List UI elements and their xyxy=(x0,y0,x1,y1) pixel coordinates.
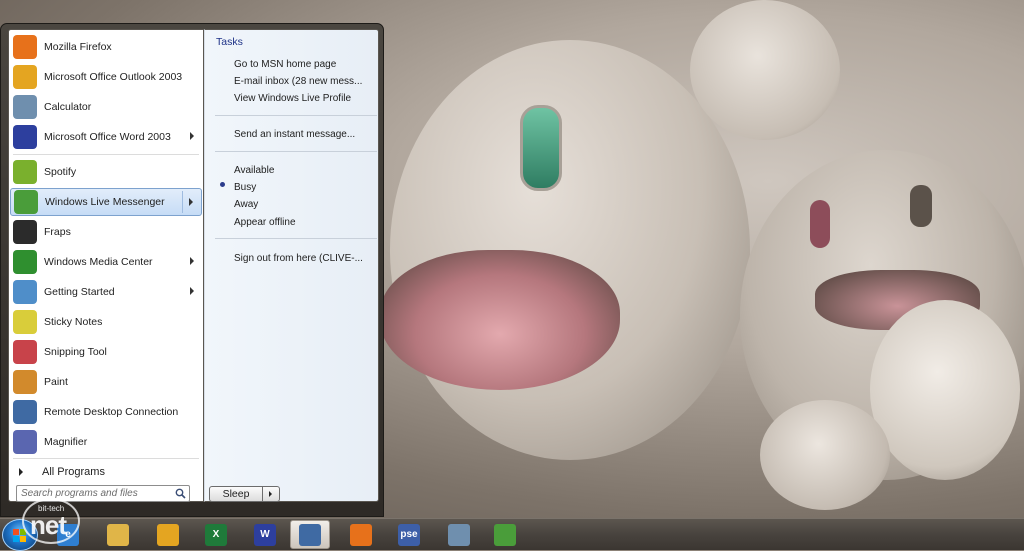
outlook-icon xyxy=(13,65,37,89)
firefox-icon xyxy=(13,35,37,59)
program-label: Spotify xyxy=(44,166,77,178)
program-item[interactable]: Spotify xyxy=(10,158,202,186)
sleep-button[interactable]: Sleep xyxy=(209,486,263,502)
word-icon: W xyxy=(254,523,276,546)
all-programs-button[interactable]: All Programs xyxy=(13,462,199,482)
program-item[interactable]: Magnifier xyxy=(10,428,202,456)
taskbar-button[interactable]: pse xyxy=(389,520,429,549)
program-label: Magnifier xyxy=(44,436,88,448)
program-label: Mozilla Firefox xyxy=(44,41,112,53)
program-label: Fraps xyxy=(44,226,71,238)
taskbar-button[interactable] xyxy=(148,520,188,549)
program-label: Calculator xyxy=(44,101,92,113)
jump-item-sign-out[interactable]: Sign out from here (CLIVE-... xyxy=(234,253,363,264)
calculator-icon xyxy=(13,95,37,119)
program-label: Windows Media Center xyxy=(44,256,153,268)
snipping-tool-icon xyxy=(13,340,37,364)
submenu-arrow-icon[interactable] xyxy=(190,257,194,265)
word-icon xyxy=(13,125,37,149)
program-item[interactable]: Getting Started xyxy=(10,278,202,306)
submenu-arrow-icon[interactable] xyxy=(190,132,194,140)
all-programs-divider xyxy=(13,458,199,459)
status-appear-offline[interactable]: Appear offline xyxy=(234,217,296,228)
program-item[interactable]: Windows Live Messenger xyxy=(10,188,202,216)
getting-started-icon xyxy=(13,280,37,304)
taskbar-button[interactable] xyxy=(98,520,138,549)
program-item[interactable]: Fraps xyxy=(10,218,202,246)
submenu-arrow-icon[interactable] xyxy=(190,287,194,295)
jump-item-view-profile[interactable]: View Windows Live Profile xyxy=(234,93,351,104)
remote-desktop-icon xyxy=(299,523,321,546)
split-divider xyxy=(182,191,183,213)
taskbar-button[interactable]: W xyxy=(245,520,285,549)
status-busy[interactable]: Busy xyxy=(234,182,256,193)
program-item[interactable]: Microsoft Office Outlook 2003 xyxy=(10,63,202,91)
photoshop-elements-icon: pse xyxy=(398,523,420,546)
sticky-notes-icon xyxy=(13,310,37,334)
taskbar-button[interactable]: X xyxy=(196,520,236,549)
jump-item-msn-home[interactable]: Go to MSN home page xyxy=(234,59,336,70)
program-label: Paint xyxy=(44,376,68,388)
file-explorer-icon xyxy=(107,523,129,546)
watermark-big-text: net xyxy=(30,510,67,540)
jump-item-email-inbox[interactable]: E-mail inbox (28 new mess... xyxy=(234,76,362,87)
taskbar-button[interactable] xyxy=(439,520,479,549)
status-away[interactable]: Away xyxy=(234,199,258,210)
magnifier-icon xyxy=(13,430,37,454)
programs-pane: Mozilla Firefox Microsoft Office Outlook … xyxy=(8,29,204,502)
taskbar: e X Wpse xyxy=(0,518,1024,551)
program-label: Snipping Tool xyxy=(44,346,107,358)
program-item[interactable]: Calculator xyxy=(10,93,202,121)
program-item[interactable]: Remote Desktop Connection xyxy=(10,398,202,426)
jump-list-divider xyxy=(215,151,377,152)
program-label: Sticky Notes xyxy=(44,316,103,328)
messenger-icon xyxy=(494,523,516,546)
program-label: Microsoft Office Word 2003 xyxy=(44,131,171,143)
jump-item-send-message[interactable]: Send an instant message... xyxy=(234,129,355,140)
program-item[interactable]: Mozilla Firefox xyxy=(10,33,202,61)
jump-list-header: Tasks xyxy=(216,36,243,48)
all-programs-arrow-icon xyxy=(19,468,23,476)
submenu-arrow-icon[interactable] xyxy=(189,198,193,206)
taskbar-button[interactable] xyxy=(290,520,330,549)
taskbar-button[interactable] xyxy=(341,520,381,549)
all-programs-label: All Programs xyxy=(42,466,105,478)
excel-icon: X xyxy=(205,523,227,546)
search-icon[interactable] xyxy=(175,488,186,499)
pinned-divider xyxy=(13,154,199,155)
calculator-icon xyxy=(448,523,470,546)
program-item[interactable]: Paint xyxy=(10,368,202,396)
program-label: Remote Desktop Connection xyxy=(44,406,179,418)
taskbar-button[interactable] xyxy=(485,520,525,549)
program-item[interactable]: Windows Media Center xyxy=(10,248,202,276)
watermark-logo: bit-tech net xyxy=(22,498,80,544)
paint-icon xyxy=(13,370,37,394)
media-center-icon xyxy=(13,250,37,274)
program-item[interactable]: Sticky Notes xyxy=(10,308,202,336)
outlook-icon xyxy=(157,523,179,546)
spotify-icon xyxy=(13,160,37,184)
firefox-icon xyxy=(350,523,372,546)
program-label: Getting Started xyxy=(44,286,115,298)
jump-list-divider xyxy=(215,238,377,239)
remote-desktop-icon xyxy=(13,400,37,424)
messenger-icon xyxy=(14,190,38,214)
jump-list-divider xyxy=(215,115,377,116)
start-menu: Mozilla Firefox Microsoft Office Outlook … xyxy=(0,23,384,517)
shutdown-options-arrow[interactable] xyxy=(263,486,280,502)
fraps-icon xyxy=(13,220,37,244)
program-label: Microsoft Office Outlook 2003 xyxy=(44,71,183,83)
program-label: Windows Live Messenger xyxy=(45,196,165,208)
selected-status-indicator xyxy=(220,182,225,187)
program-item[interactable]: Microsoft Office Word 2003 xyxy=(10,123,202,151)
program-item[interactable]: Snipping Tool xyxy=(10,338,202,366)
jump-list-pane: Tasks Go to MSN home page E-mail inbox (… xyxy=(204,29,379,502)
status-available[interactable]: Available xyxy=(234,165,274,176)
